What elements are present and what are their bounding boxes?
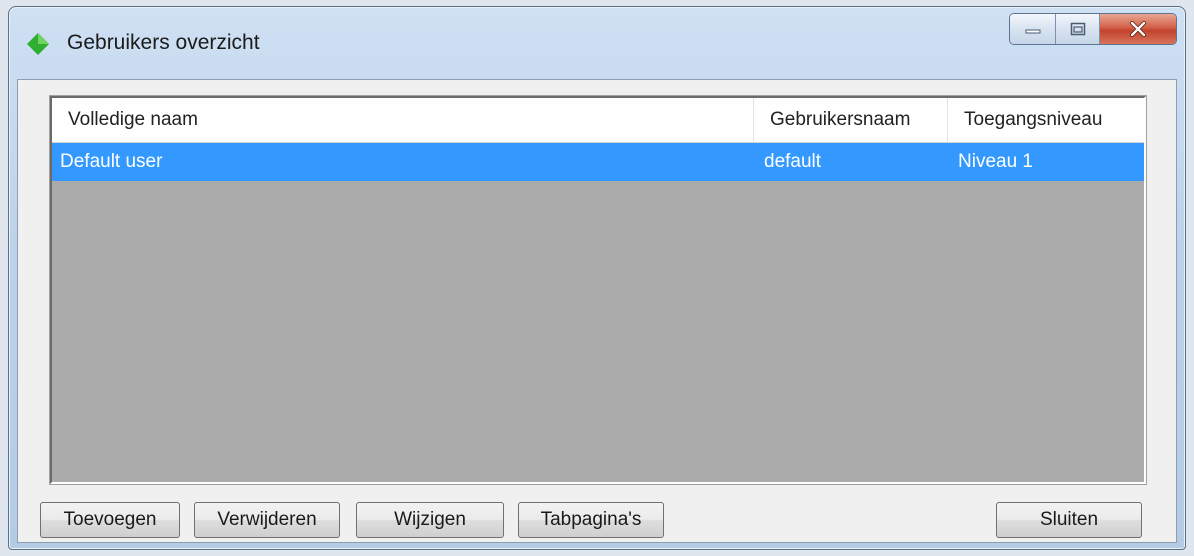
table-row[interactable]: Default user default Niveau 1 bbox=[52, 143, 1144, 181]
column-header-full-name[interactable]: Volledige naam bbox=[52, 98, 754, 142]
tab-pages-button[interactable]: Tabpagina's bbox=[518, 502, 664, 538]
caption-buttons bbox=[1009, 13, 1177, 45]
users-overview-window: Gebruikers overzicht Volledige naam Gebr… bbox=[8, 6, 1186, 550]
delete-button[interactable]: Verwijderen bbox=[194, 502, 340, 538]
maximize-button[interactable] bbox=[1056, 14, 1100, 44]
users-grid[interactable]: Volledige naam Gebruikersnaam Toegangsni… bbox=[49, 95, 1147, 485]
close-icon bbox=[1130, 21, 1146, 37]
minimize-icon bbox=[1025, 29, 1040, 34]
close-button[interactable]: Sluiten bbox=[996, 502, 1142, 538]
column-header-access-level[interactable]: Toegangsniveau bbox=[948, 98, 1144, 142]
window-client-area: Volledige naam Gebruikersnaam Toegangsni… bbox=[17, 79, 1177, 543]
edit-button[interactable]: Wijzigen bbox=[356, 502, 504, 538]
minimize-button[interactable] bbox=[1010, 14, 1056, 44]
grid-header: Volledige naam Gebruikersnaam Toegangsni… bbox=[52, 98, 1144, 143]
maximize-icon bbox=[1070, 22, 1085, 36]
add-button[interactable]: Toevoegen bbox=[40, 502, 180, 538]
title-bar[interactable]: Gebruikers overzicht bbox=[9, 7, 1185, 77]
green-diamond-icon bbox=[27, 33, 49, 55]
cell-access-level: Niveau 1 bbox=[958, 151, 1033, 172]
close-window-button[interactable] bbox=[1100, 14, 1176, 44]
window-title: Gebruikers overzicht bbox=[67, 31, 260, 54]
cell-full-name: Default user bbox=[60, 151, 163, 172]
cell-username: default bbox=[764, 151, 822, 172]
column-header-username[interactable]: Gebruikersnaam bbox=[754, 98, 948, 142]
